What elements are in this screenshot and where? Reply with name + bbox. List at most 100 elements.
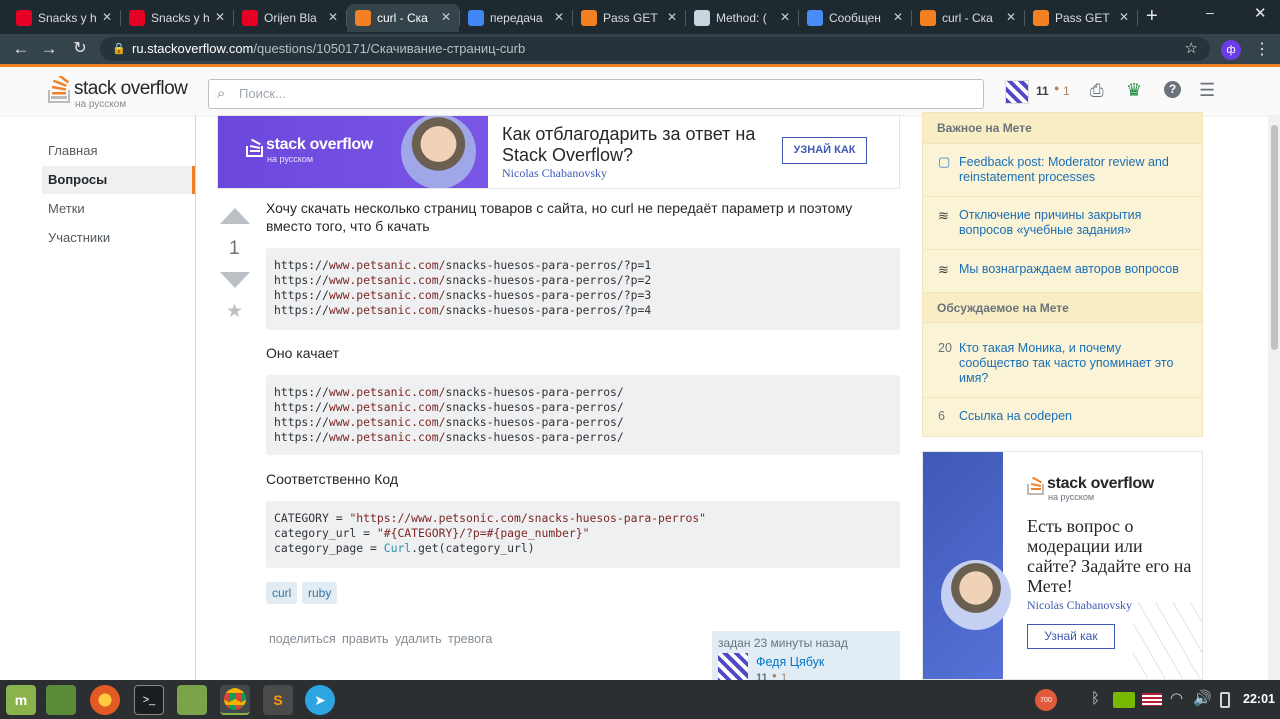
meta-item-3[interactable]: Мы вознаграждаем авторов вопросов <box>959 262 1184 277</box>
volume-icon[interactable]: 🔊 <box>1193 689 1212 707</box>
left-nav-item[interactable]: Главная <box>42 137 195 165</box>
tab-close-icon[interactable]: ✕ <box>1006 10 1016 24</box>
upvote-arrow-icon[interactable] <box>220 208 250 224</box>
meta-item-2[interactable]: Отключение причины закрытия вопросов «уч… <box>959 208 1184 238</box>
browser-tab[interactable]: curl - Ска ✕ <box>912 4 1025 32</box>
meta-divider <box>923 397 1202 398</box>
tab-close-icon[interactable]: ✕ <box>780 10 790 24</box>
address-bar[interactable]: 🔒 ru.stackoverflow.com/questions/1050171… <box>100 37 1210 61</box>
post-action-link[interactable]: удалить <box>395 632 442 646</box>
battery-icon[interactable] <box>1220 692 1230 708</box>
tab-close-icon[interactable]: ✕ <box>1119 10 1129 24</box>
browser-tab[interactable]: Snacks y h ✕ <box>121 4 234 32</box>
code-block-urls-expected: https://www.petsanic.com/snacks-huesos-p… <box>266 248 900 330</box>
browser-tab[interactable]: Snacks y h ✕ <box>8 4 121 32</box>
stack-logo-icon <box>48 76 70 103</box>
telegram-icon[interactable]: ➤ <box>305 685 335 715</box>
stackoverflow-icon <box>581 10 597 26</box>
tag-curl[interactable]: curl <box>266 582 298 604</box>
post-action-link[interactable]: тревога <box>448 632 492 646</box>
keyboard-layout-flag-icon[interactable] <box>1142 693 1162 706</box>
meta-item-1[interactable]: Feedback post: Moderator review and rein… <box>959 155 1184 185</box>
question-mid-text: Оно качает <box>266 345 340 361</box>
browser-tab[interactable]: Pass GET ✕ <box>573 4 686 32</box>
site-switcher-icon[interactable]: ☰ <box>1199 80 1215 101</box>
meta-hot-header: Обсуждаемое на Мете <box>923 292 1202 323</box>
promo-banner[interactable]: stack overflow на русском Как отблагодар… <box>217 115 900 189</box>
stackoverflow-icon <box>920 10 936 26</box>
notification-icon[interactable]: 700 <box>1035 689 1057 711</box>
forward-icon[interactable]: → <box>38 38 60 60</box>
firefox-icon[interactable] <box>90 685 120 715</box>
tab-close-icon[interactable]: ✕ <box>667 10 677 24</box>
browser-menu-icon[interactable]: ⋮ <box>1254 39 1270 59</box>
show-desktop-icon[interactable] <box>46 685 76 715</box>
back-icon[interactable]: ← <box>10 38 32 60</box>
profile-avatar[interactable]: ф <box>1221 40 1241 60</box>
owner-name-link[interactable]: Федя Цябук <box>756 655 824 669</box>
left-nav-item[interactable]: Участники <box>42 224 195 252</box>
tab-close-icon[interactable]: ✕ <box>102 10 112 24</box>
tab-close-icon[interactable]: ✕ <box>328 10 338 24</box>
tag-ruby[interactable]: ruby <box>302 582 338 604</box>
left-nav-item[interactable]: Метки <box>42 195 195 223</box>
owner-avatar[interactable] <box>718 653 748 680</box>
favorite-star-icon[interactable]: ★ <box>226 300 243 323</box>
left-nav-item[interactable]: Вопросы <box>42 166 195 194</box>
banner-headline: Как отблагодарить за ответ на Stack Over… <box>502 124 756 165</box>
browser-tab[interactable]: Orijen Bla ✕ <box>234 4 347 32</box>
tab-close-icon[interactable]: ✕ <box>215 10 225 24</box>
clock-time: 22:01 <box>1243 692 1275 706</box>
search-input[interactable]: ⌕ Поиск... <box>208 79 984 109</box>
sidebar-ad[interactable]: stack overflow на русском Есть вопрос о … <box>922 451 1203 680</box>
logo-text: stack overflow <box>74 78 188 99</box>
browser-tab[interactable]: curl - Ска ✕ <box>347 4 460 32</box>
user-avatar[interactable] <box>1005 80 1029 104</box>
banner-cta-button[interactable]: УЗНАЙ КАК <box>782 137 867 164</box>
scrollbar-thumb[interactable] <box>1271 125 1278 350</box>
chat-icon <box>807 10 823 26</box>
bluetooth-icon[interactable]: ᛒ <box>1091 690 1100 707</box>
code-line-3-call: .get(category_url) <box>411 541 535 555</box>
tab-close-icon[interactable]: ✕ <box>554 10 564 24</box>
browser-tab[interactable]: передача ✕ <box>460 4 573 32</box>
files-icon[interactable] <box>177 685 207 715</box>
post-action-link[interactable]: поделиться <box>269 632 336 646</box>
help-icon[interactable]: ? <box>1164 81 1181 98</box>
reload-icon[interactable]: ↻ <box>69 38 91 60</box>
wifi-icon[interactable]: ◠ <box>1170 689 1183 707</box>
minimize-icon[interactable]: ‒ <box>1206 4 1214 20</box>
page-scrollbar[interactable] <box>1268 115 1280 680</box>
owner-rep: 11 <box>756 672 768 680</box>
author-portrait <box>401 116 476 188</box>
browser-tab[interactable]: Pass GET ✕ <box>1025 4 1138 32</box>
hot-item-2[interactable]: Ссылка на codepen <box>959 409 1184 424</box>
chrome-icon[interactable] <box>220 685 250 715</box>
tab-title: Pass GET <box>1055 11 1110 25</box>
tab-close-icon[interactable]: ✕ <box>441 10 451 24</box>
browser-tab-strip: Snacks y h ✕ Snacks y h ✕ Orijen Bla ✕ curl - … <box>0 0 1280 34</box>
bookmark-star-icon[interactable]: ☆ <box>1185 37 1198 61</box>
terminal-icon[interactable]: >_ <box>134 685 164 715</box>
inbox-icon[interactable]: ⎙ <box>1090 81 1104 101</box>
nvidia-icon[interactable] <box>1113 692 1135 708</box>
code-line-3-plain: category_page = <box>274 541 384 555</box>
site-logo[interactable]: stack overflow на русском <box>48 74 198 110</box>
question-intro: Хочу скачать несколько страниц товаров с… <box>266 200 853 234</box>
hot-item-1[interactable]: Кто такая Моника, и почему сообщество та… <box>959 341 1184 386</box>
ad-cta-button[interactable]: Узнай как <box>1027 624 1115 649</box>
post-action-link[interactable]: править <box>342 632 389 646</box>
achievements-trophy-icon[interactable]: ♛ <box>1126 80 1142 101</box>
new-tab-icon[interactable]: + <box>1146 5 1158 28</box>
tab-close-icon[interactable]: ✕ <box>893 10 903 24</box>
hot-count-1: 20 <box>938 341 952 355</box>
downvote-arrow-icon[interactable] <box>220 272 250 288</box>
owner-badge-count: 1 <box>781 672 788 680</box>
close-window-icon[interactable]: ✕ <box>1254 4 1267 22</box>
site-header: stack overflow на русском ⌕ Поиск... 11 … <box>0 64 1280 115</box>
mint-menu-icon[interactable]: m <box>6 685 36 715</box>
sublime-icon[interactable]: S <box>263 685 293 715</box>
browser-tab[interactable]: Сообщен ✕ <box>799 4 912 32</box>
browser-tab[interactable]: Method: (✕ <box>686 4 799 32</box>
code-block-urls-actual: https://www.petsanic.com/snacks-huesos-p… <box>266 375 900 455</box>
